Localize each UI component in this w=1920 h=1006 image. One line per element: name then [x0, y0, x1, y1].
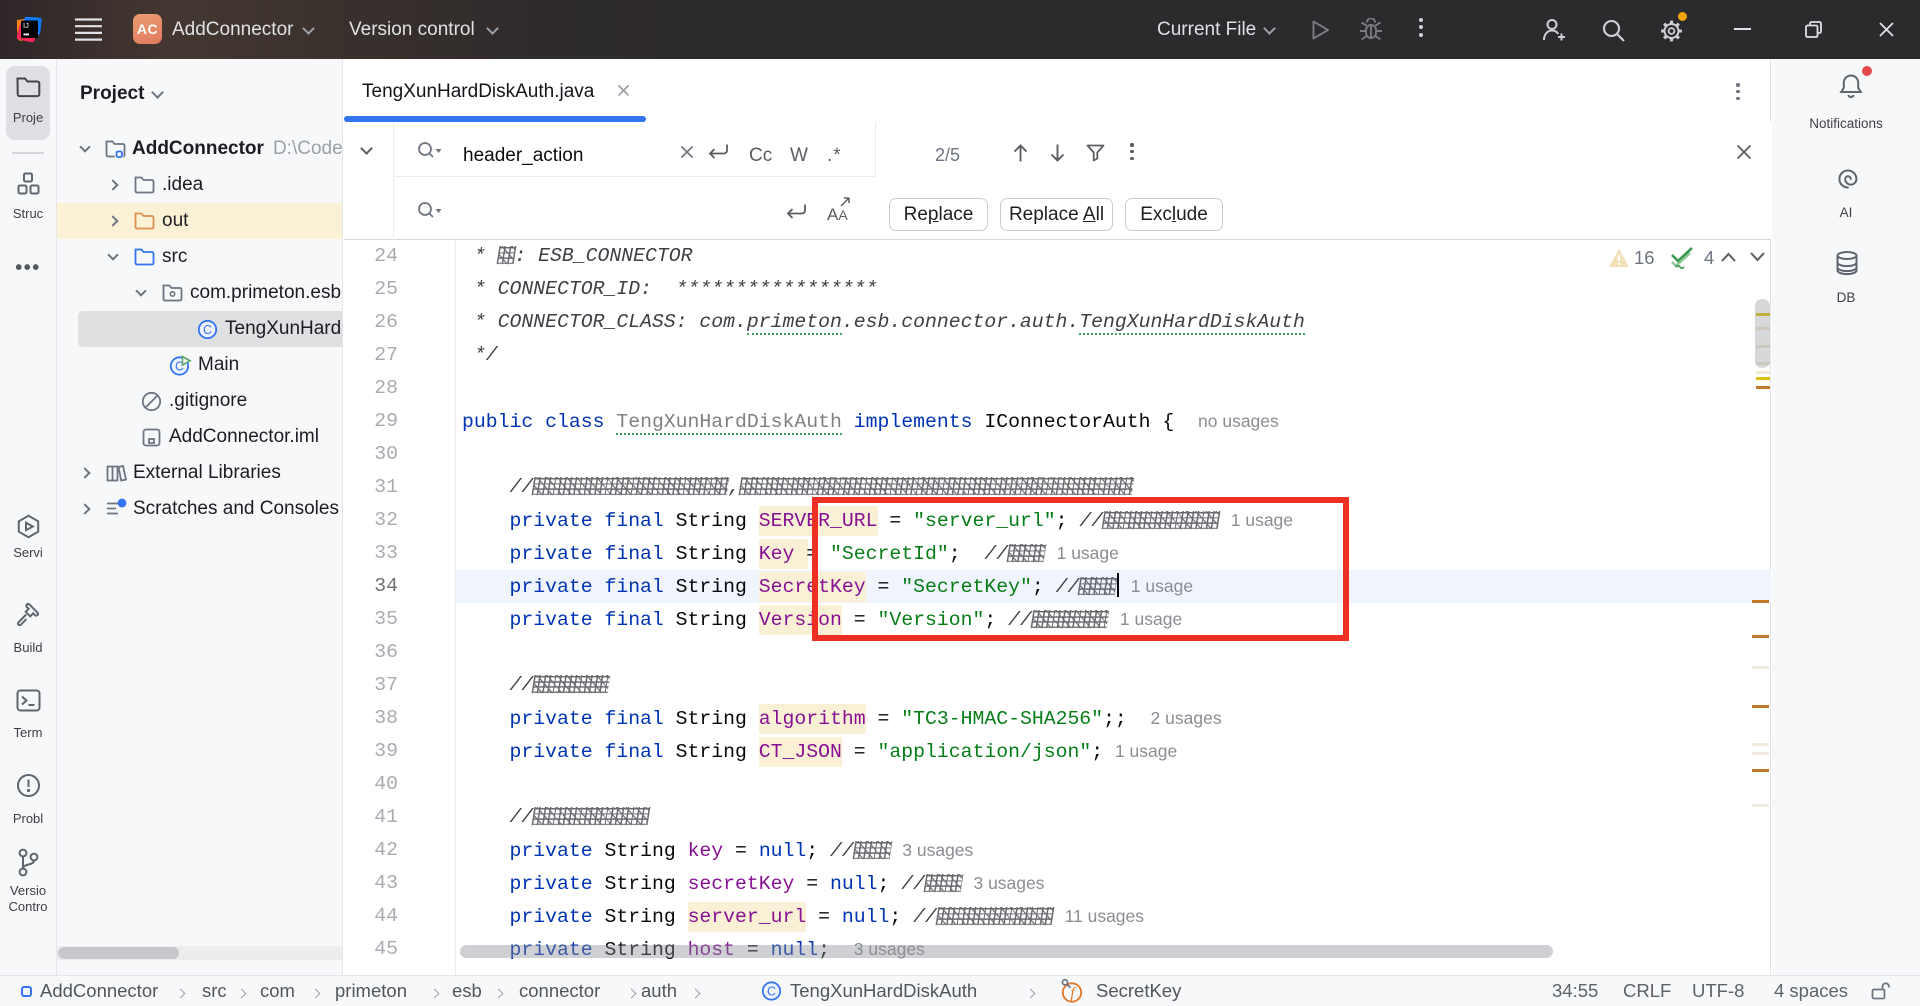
svg-text:C: C	[203, 323, 212, 337]
svg-text:IJ: IJ	[23, 21, 29, 30]
svg-text:f: f	[1070, 985, 1077, 1002]
svg-text:C: C	[767, 985, 776, 999]
